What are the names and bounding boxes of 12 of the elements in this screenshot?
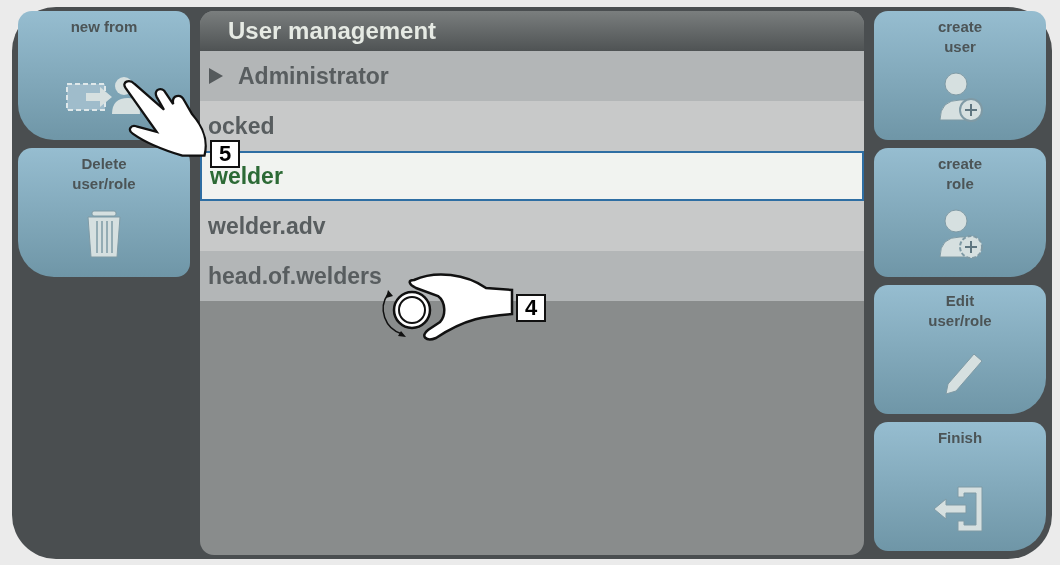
device-button[interactable]: Finish [874,422,1046,551]
callout-number: 4 [516,294,546,322]
callout-number: 5 [210,140,240,168]
list-item[interactable]: welder.adv [200,201,864,251]
device-button[interactable]: Edit user/role [874,285,1046,414]
list-item[interactable]: Administrator [200,51,864,101]
device-button[interactable]: create user [874,11,1046,140]
panel-title: User management [228,17,437,45]
expand-icon [208,67,224,85]
list-item[interactable]: head.of.welders [200,251,864,301]
device-button[interactable]: Delete user/role [18,148,190,277]
device-button[interactable]: create role [874,148,1046,277]
